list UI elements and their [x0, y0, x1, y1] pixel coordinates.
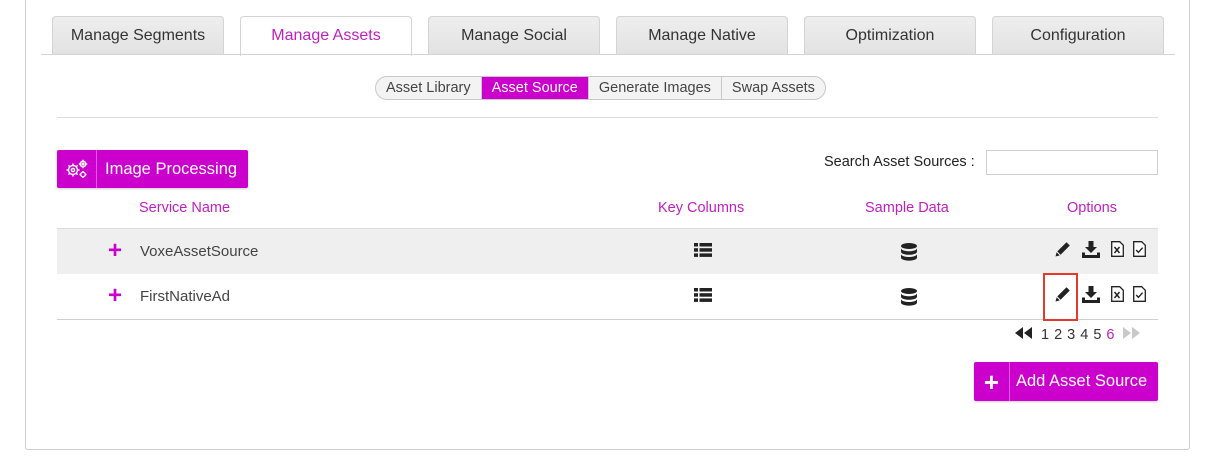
- download-icon[interactable]: [1082, 286, 1100, 308]
- subnav-swap-assets[interactable]: Swap Assets: [720, 77, 825, 99]
- subnav-generate-images[interactable]: Generate Images: [587, 77, 721, 99]
- section-divider: [57, 117, 1158, 118]
- list-icon[interactable]: [694, 288, 712, 307]
- table-bottom-border: [57, 319, 1158, 320]
- plus-icon: +: [974, 362, 1010, 401]
- header-key-columns: Key Columns: [658, 200, 745, 216]
- header-service-name[interactable]: Service Name: [139, 200, 230, 216]
- header-options: Options: [1067, 200, 1117, 216]
- table-row: + VoxeAssetSource: [57, 228, 1158, 274]
- last-page-icon: [1123, 327, 1141, 343]
- add-asset-source-button[interactable]: + Add Asset Source: [974, 362, 1158, 401]
- asset-subnav: Asset Library Asset Source Generate Imag…: [375, 76, 826, 100]
- tab-configuration[interactable]: Configuration: [992, 16, 1164, 55]
- page-link[interactable]: 1: [1041, 327, 1049, 343]
- add-asset-source-label: Add Asset Source: [1016, 372, 1148, 390]
- subnav-asset-source[interactable]: Asset Source: [480, 77, 588, 99]
- excel-file-icon[interactable]: [1111, 241, 1124, 262]
- table-row: + FirstNativeAd: [57, 274, 1158, 320]
- excel-file-icon[interactable]: [1111, 286, 1124, 307]
- tab-manage-segments[interactable]: Manage Segments: [52, 16, 224, 55]
- service-name: FirstNativeAd: [140, 288, 231, 305]
- database-icon[interactable]: [901, 288, 917, 311]
- download-icon[interactable]: [1082, 241, 1100, 263]
- expand-row-plus-icon[interactable]: +: [108, 284, 122, 308]
- tab-manage-social[interactable]: Manage Social: [428, 16, 600, 55]
- image-processing-label: Image Processing: [105, 159, 238, 178]
- current-page[interactable]: 6: [1106, 327, 1114, 343]
- tabs-divider: [41, 54, 1175, 55]
- page-link[interactable]: 3: [1067, 327, 1075, 343]
- page-link[interactable]: 5: [1093, 327, 1101, 343]
- page-link[interactable]: 4: [1080, 327, 1088, 343]
- expand-row-plus-icon[interactable]: +: [108, 239, 122, 263]
- page-link[interactable]: 2: [1054, 327, 1062, 343]
- check-file-icon[interactable]: [1133, 241, 1146, 262]
- edit-highlight-box: [1043, 273, 1078, 321]
- subnav-asset-library[interactable]: Asset Library: [376, 77, 481, 99]
- gears-icon: [57, 150, 97, 188]
- tab-optimization[interactable]: Optimization: [804, 16, 976, 55]
- image-processing-button[interactable]: Image Processing: [57, 150, 248, 188]
- search-asset-sources-input[interactable]: [986, 150, 1158, 175]
- tab-manage-native[interactable]: Manage Native: [616, 16, 788, 55]
- first-page-icon[interactable]: [1015, 327, 1032, 343]
- search-label: Search Asset Sources :: [824, 154, 975, 170]
- header-sample-data: Sample Data: [865, 200, 949, 216]
- check-file-icon[interactable]: [1133, 286, 1146, 307]
- database-icon[interactable]: [901, 243, 917, 266]
- list-icon[interactable]: [694, 243, 712, 262]
- tab-manage-assets[interactable]: Manage Assets: [240, 16, 412, 56]
- service-name: VoxeAssetSource: [140, 243, 259, 260]
- edit-pencil-icon[interactable]: [1055, 241, 1071, 262]
- pagination: 1 2 3 4 5 6: [1015, 326, 1145, 344]
